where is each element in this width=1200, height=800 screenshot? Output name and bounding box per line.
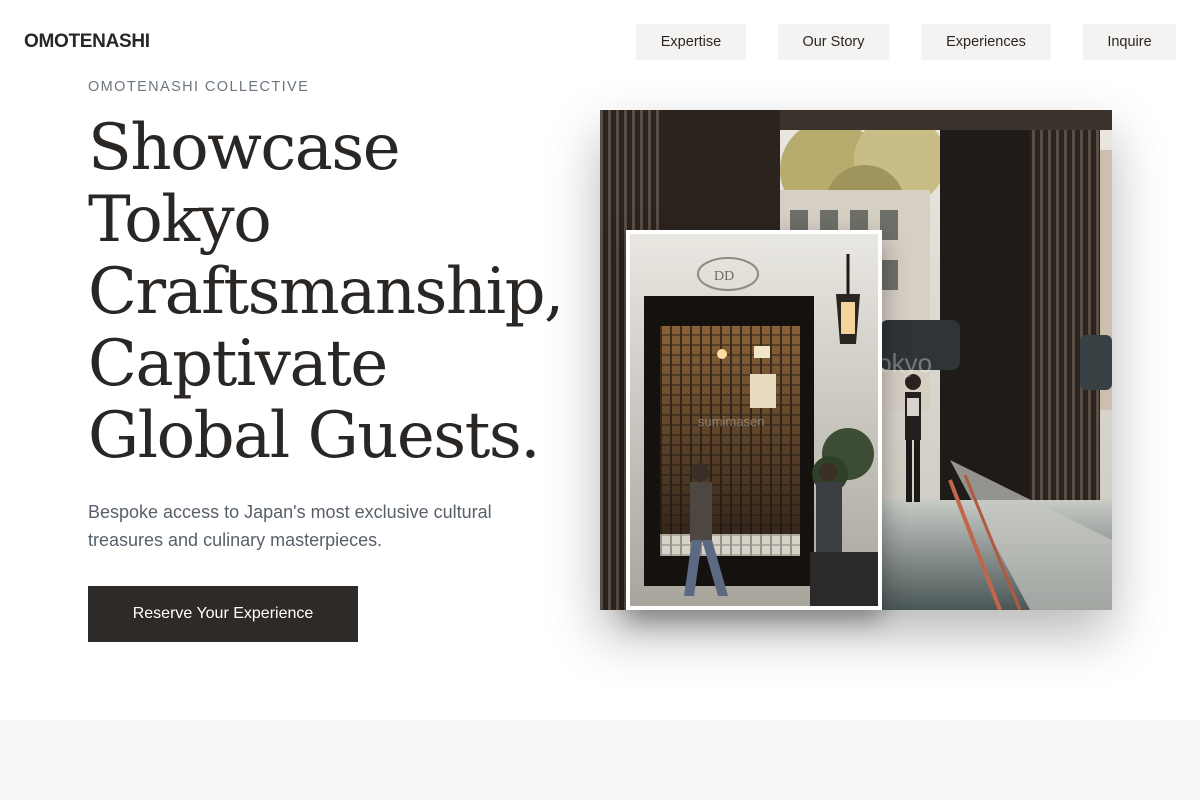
hero-headline: Showcase Tokyo Craftsmanship, Captivate … bbox=[88, 112, 608, 472]
main-nav: Expertise Our Story Experiences Inquire bbox=[0, 24, 1200, 60]
storefront-image: DD sumimasen bbox=[630, 234, 878, 606]
inset-photo-watermark: sumimasen bbox=[698, 414, 764, 429]
nav-experiences[interactable]: Experiences bbox=[921, 24, 1051, 60]
hero-eyebrow: OMOTENASHI COLLECTIVE bbox=[88, 79, 310, 95]
hero-subtitle: Bespoke access to Japan's most exclusive… bbox=[88, 502, 492, 550]
next-section-band bbox=[0, 720, 1200, 800]
headline-line: Showcase bbox=[88, 111, 401, 185]
site-header: OMOTENASHI Expertise Our Story Experienc… bbox=[0, 0, 1200, 84]
svg-text:DD: DD bbox=[714, 269, 734, 284]
headline-line: Global Guests. bbox=[88, 399, 541, 473]
nav-expertise[interactable]: Expertise bbox=[636, 24, 746, 60]
reserve-experience-button[interactable]: Reserve Your Experience bbox=[88, 586, 358, 642]
nav-inquire[interactable]: Inquire bbox=[1083, 24, 1176, 60]
headline-line: Tokyo bbox=[88, 183, 272, 257]
headline-line: Craftsmanship, bbox=[88, 255, 564, 329]
headline-line: Captivate bbox=[88, 327, 388, 401]
hero-inset-photo: DD sumimasen bbox=[626, 230, 882, 610]
nav-our-story[interactable]: Our Story bbox=[778, 24, 889, 60]
